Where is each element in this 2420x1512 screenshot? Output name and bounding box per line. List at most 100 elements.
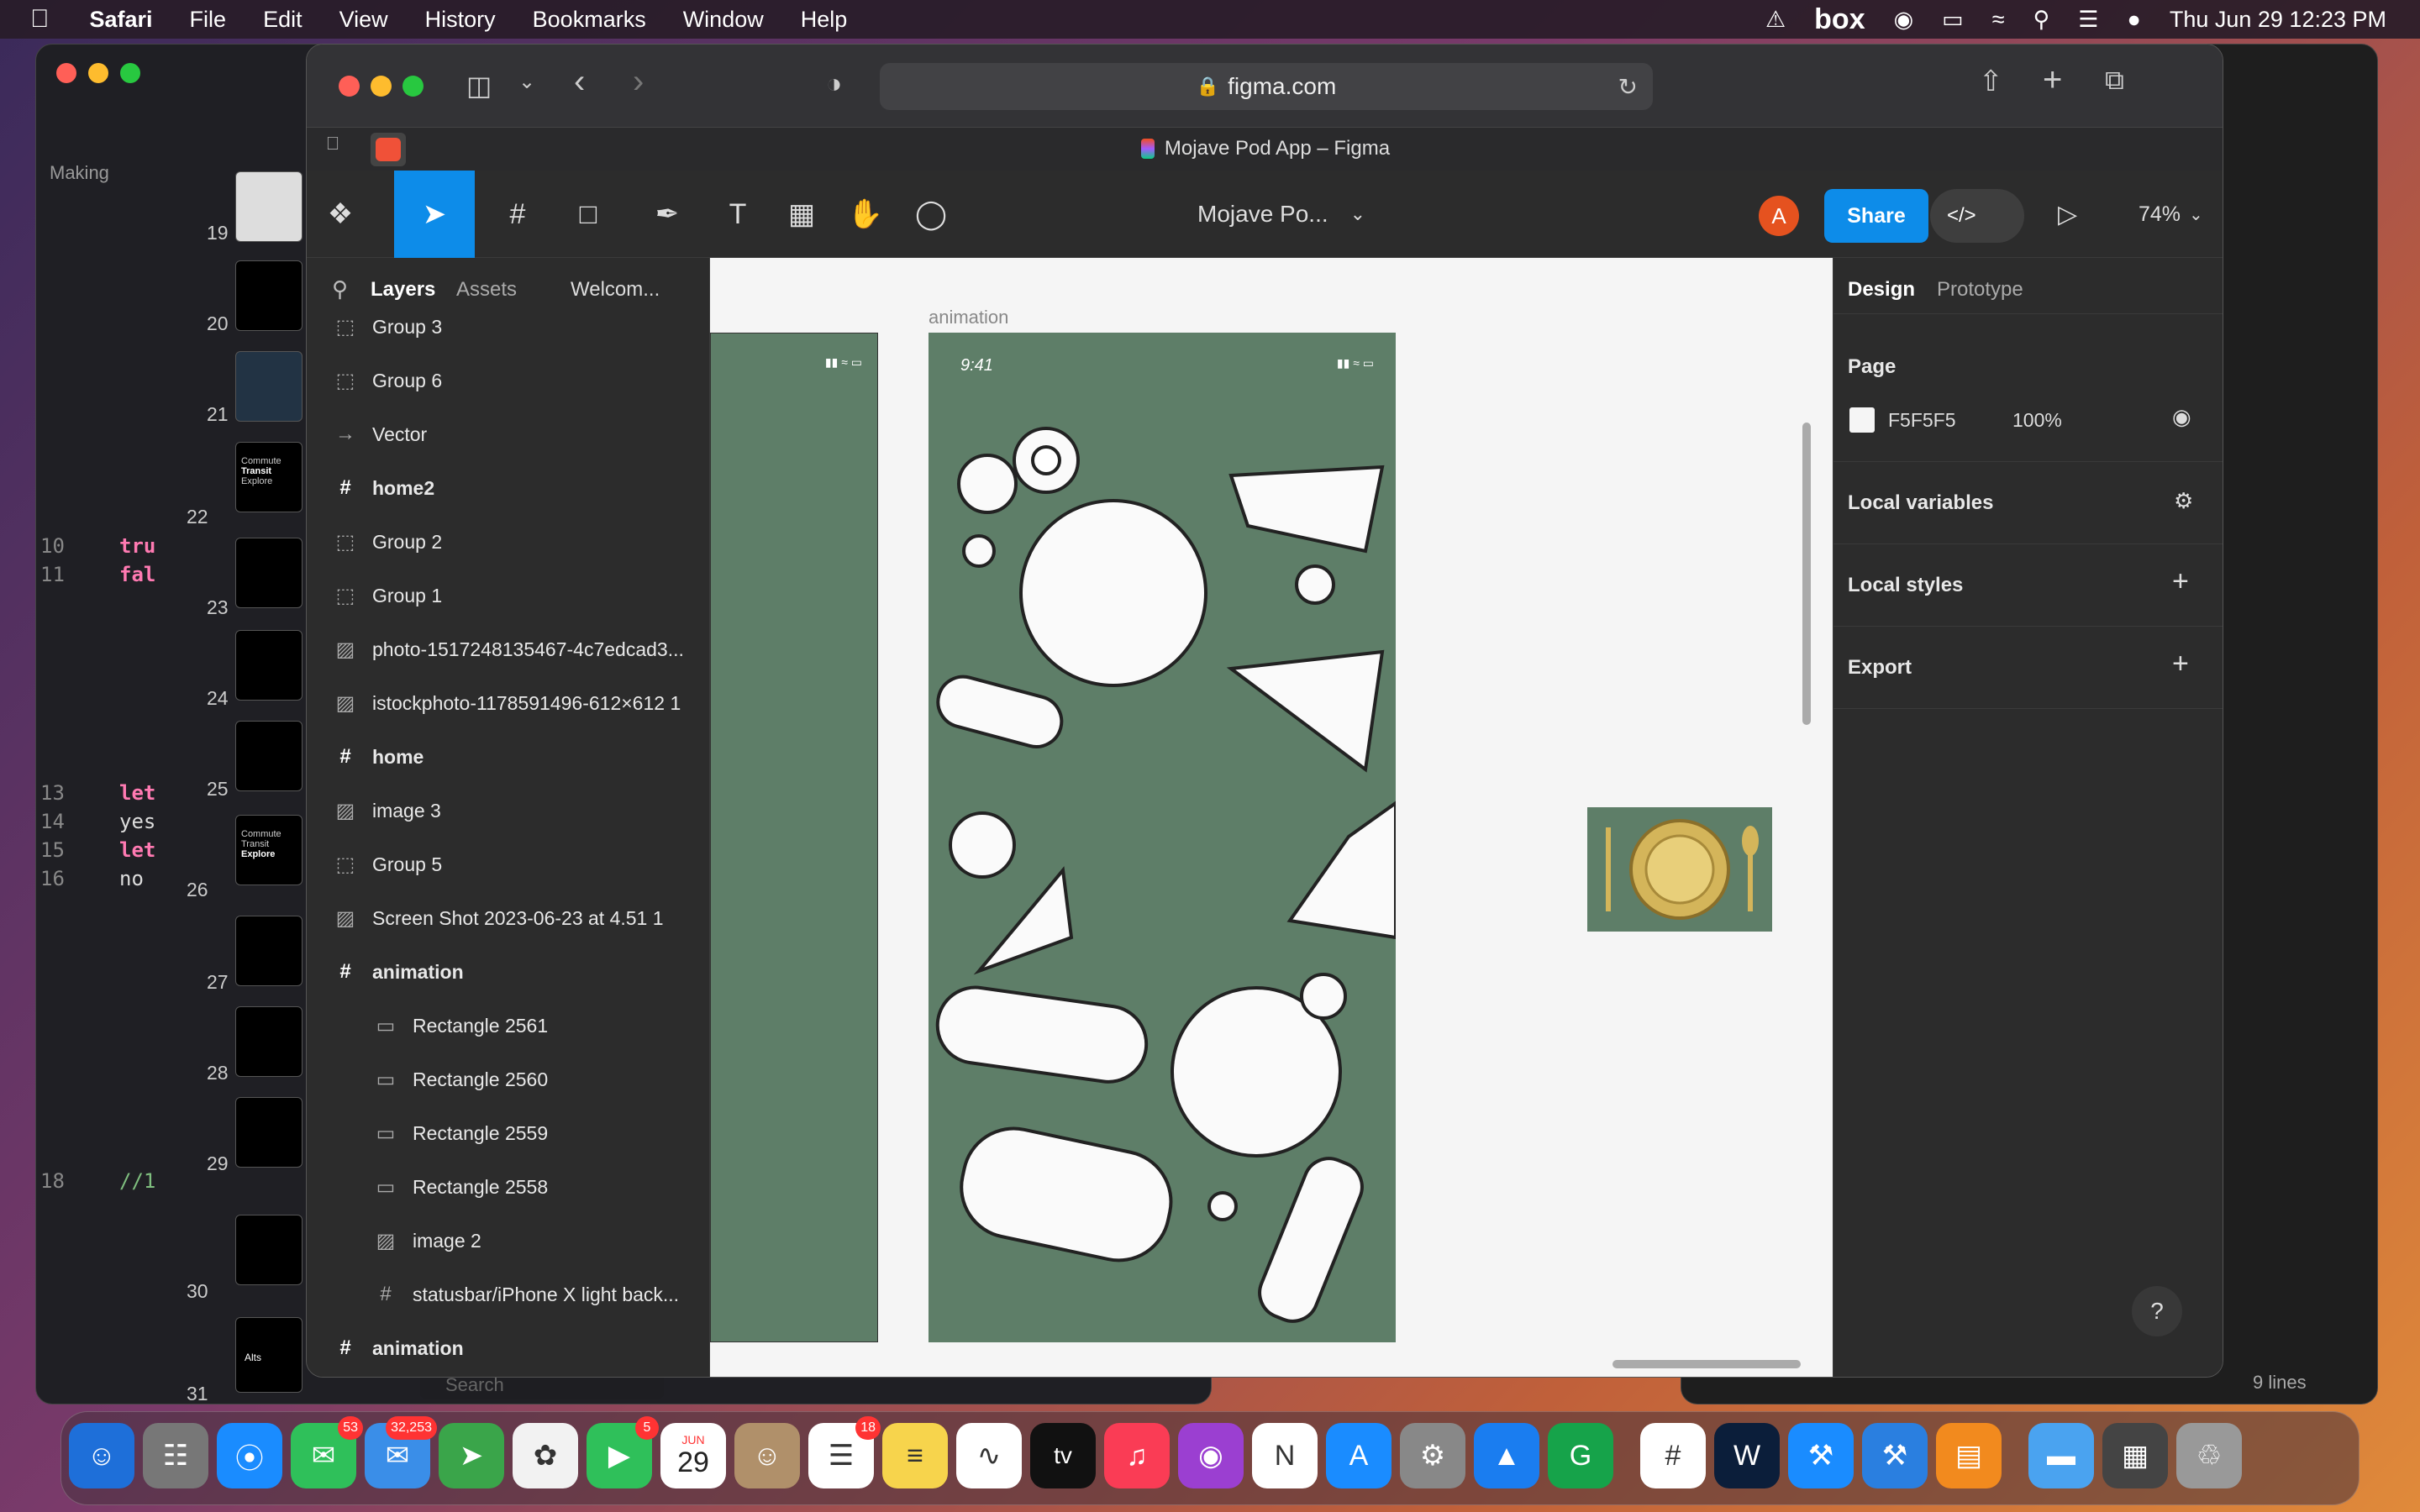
horizontal-scrollbar[interactable] (1612, 1360, 1801, 1368)
apple-menu-icon[interactable]:  (30, 5, 50, 34)
reminders-icon[interactable]: ☰ 18 (808, 1416, 881, 1488)
back-icon[interactable]: ‹ (574, 63, 585, 101)
page-color-swatch[interactable] (1849, 407, 1875, 433)
frame-animation[interactable]: 9:41 ▮▮ ≈ ▭ (929, 333, 1396, 1342)
minimize-window-icon[interactable] (371, 76, 392, 97)
slide-thumbnail[interactable] (235, 721, 302, 791)
forward-icon[interactable]: › (633, 63, 644, 101)
menu-window[interactable]: Window (683, 7, 764, 33)
figma-main-menu-icon[interactable]: ❖ (315, 171, 366, 258)
present-icon[interactable]: ▷ (2058, 171, 2077, 258)
notes-icon[interactable]: ≡ (882, 1423, 948, 1488)
variables-icon[interactable]: ⚙ (2174, 488, 2193, 514)
local-variables-label[interactable]: Local variables (1848, 491, 1993, 515)
maps-icon[interactable]: ➤ (439, 1423, 504, 1488)
downloads-stack-icon[interactable]: ▦ (2102, 1423, 2168, 1488)
active-tab[interactable]: Mojave Pod App – Figma (307, 127, 2223, 171)
slide-thumbnail[interactable] (235, 538, 302, 608)
move-tool-icon[interactable]: ➤ (394, 171, 475, 258)
layer-row[interactable]: ▨ Screen Shot 2023-06-23 at 4.51 1 (307, 891, 710, 945)
pen-tool-icon[interactable]: ✒ (638, 171, 697, 258)
editor-tab-label[interactable]: Making (50, 162, 109, 184)
podcasts-icon[interactable]: ◉ (1178, 1423, 1244, 1488)
grammarly-icon[interactable]: G (1548, 1423, 1613, 1488)
slide-thumbnail[interactable] (235, 1006, 302, 1077)
finder-icon[interactable]: ☺ (69, 1423, 134, 1488)
keynote-icon[interactable]: ▲ (1474, 1423, 1539, 1488)
photos-icon[interactable]: ✿ (513, 1423, 578, 1488)
minimize-window-icon[interactable] (88, 63, 108, 83)
comment-tool-icon[interactable]: ◯ (910, 171, 952, 258)
siri-icon[interactable]: ● (2128, 7, 2141, 33)
layer-row[interactable]: # home (307, 730, 710, 784)
layer-row[interactable]: ⬚ Group 1 (307, 569, 710, 622)
menu-history[interactable]: History (425, 7, 496, 33)
privacy-shield-icon[interactable]: ◑ (826, 68, 842, 99)
add-style-icon[interactable]: + (2172, 565, 2189, 598)
layer-row[interactable]: ⬚ Group 3 (307, 320, 710, 354)
slack-icon[interactable]: # (1640, 1423, 1706, 1488)
app-store-icon[interactable]: A (1326, 1423, 1392, 1488)
slide-thumbnail[interactable] (235, 630, 302, 701)
slide-thumbnail[interactable]: Commute Transit Explore (235, 815, 302, 885)
layer-row[interactable]: ⬚ Group 6 (307, 354, 710, 407)
menu-bookmarks[interactable]: Bookmarks (533, 7, 646, 33)
dev-mode-toggle[interactable]: </> (1930, 189, 2024, 243)
layer-row[interactable]: ▭ Rectangle 2559 (307, 1106, 710, 1160)
zoom-window-icon[interactable] (402, 76, 424, 97)
slide-thumbnail[interactable] (235, 260, 302, 331)
frame-label[interactable]: animation (929, 307, 1008, 328)
facetime-icon[interactable]: ▶ 5 (587, 1416, 659, 1488)
zoom-window-icon[interactable] (120, 63, 140, 83)
file-title[interactable]: Mojave Po... ⌄ (1197, 171, 1365, 258)
page-opacity[interactable]: 100% (2012, 409, 2062, 432)
share-button[interactable]: Share (1824, 189, 1928, 243)
tab-overview-icon[interactable]: ⧉ (2105, 65, 2124, 97)
menubar-clock[interactable]: Thu Jun 29 12:23 PM (2170, 7, 2386, 33)
layer-row[interactable]: ▭ Rectangle 2558 (307, 1160, 710, 1214)
battery-icon[interactable]: ▭ (1942, 7, 1964, 33)
frame-tool-icon[interactable]: # (488, 171, 547, 258)
slide-thumbnail[interactable] (235, 1215, 302, 1285)
xcode-beta-icon[interactable]: ⚒ (1862, 1423, 1928, 1488)
eye-icon[interactable]: ◉ (2172, 404, 2191, 430)
box-icon[interactable]: box (1814, 3, 1865, 36)
folder-icon[interactable]: ▬ (2028, 1423, 2094, 1488)
freeform-icon[interactable]: ∿ (956, 1423, 1022, 1488)
zoom-menu[interactable]: 74% ⌄ (2139, 171, 2203, 258)
search-icon[interactable]: ⚲ (332, 276, 348, 302)
safari-icon[interactable]: ⦿ (217, 1423, 282, 1488)
layer-row[interactable]: → Vector (307, 407, 710, 461)
page-color-hex[interactable]: F5F5F5 (1888, 409, 1956, 432)
vertical-scrollbar[interactable] (1802, 423, 1811, 725)
layer-row[interactable]: ▨ image 3 (307, 784, 710, 837)
mail-icon[interactable]: ✉ 32,253 (365, 1416, 437, 1488)
launchpad-icon[interactable]: ☷ (143, 1423, 208, 1488)
slide-thumbnail[interactable]: Commute Transit Explore (235, 442, 302, 512)
menu-view[interactable]: View (339, 7, 388, 33)
messages-icon[interactable]: ✉ 53 (291, 1416, 363, 1488)
layer-row[interactable]: ▭ Rectangle 2561 (307, 999, 710, 1053)
reload-icon[interactable]: ↻ (1618, 73, 1638, 101)
add-export-icon[interactable]: + (2172, 648, 2189, 680)
hand-tool-icon[interactable]: ✋ (844, 171, 886, 258)
slide-thumbnail[interactable] (235, 171, 302, 242)
control-center-icon[interactable]: ☰ (2078, 7, 2098, 33)
spotlight-search-icon[interactable]: ⚲ (2033, 7, 2050, 33)
close-window-icon[interactable] (339, 76, 360, 97)
layer-row[interactable]: ▨ image 2 (307, 1214, 710, 1268)
resources-icon[interactable]: ▦ (781, 171, 823, 258)
chevron-down-icon[interactable]: ⌄ (518, 70, 535, 94)
slide-thumbnail[interactable] (235, 1097, 302, 1168)
webex-icon[interactable]: W (1714, 1423, 1780, 1488)
layer-row[interactable]: # statusbar/iPhone X light back... (307, 1268, 710, 1321)
layer-row[interactable]: ▭ Rectangle 2560 (307, 1053, 710, 1106)
menu-file[interactable]: File (190, 7, 227, 33)
menu-help[interactable]: Help (801, 7, 848, 33)
plate-image[interactable] (1587, 807, 1772, 932)
music-icon[interactable]: ♫ (1104, 1423, 1170, 1488)
layer-row[interactable]: ⬚ Group 2 (307, 515, 710, 569)
contacts-icon[interactable]: ☺ (734, 1423, 800, 1488)
shape-tool-icon[interactable]: □ (559, 171, 618, 258)
frame-home2[interactable]: ▮▮ ≈ ▭ (710, 333, 878, 1342)
